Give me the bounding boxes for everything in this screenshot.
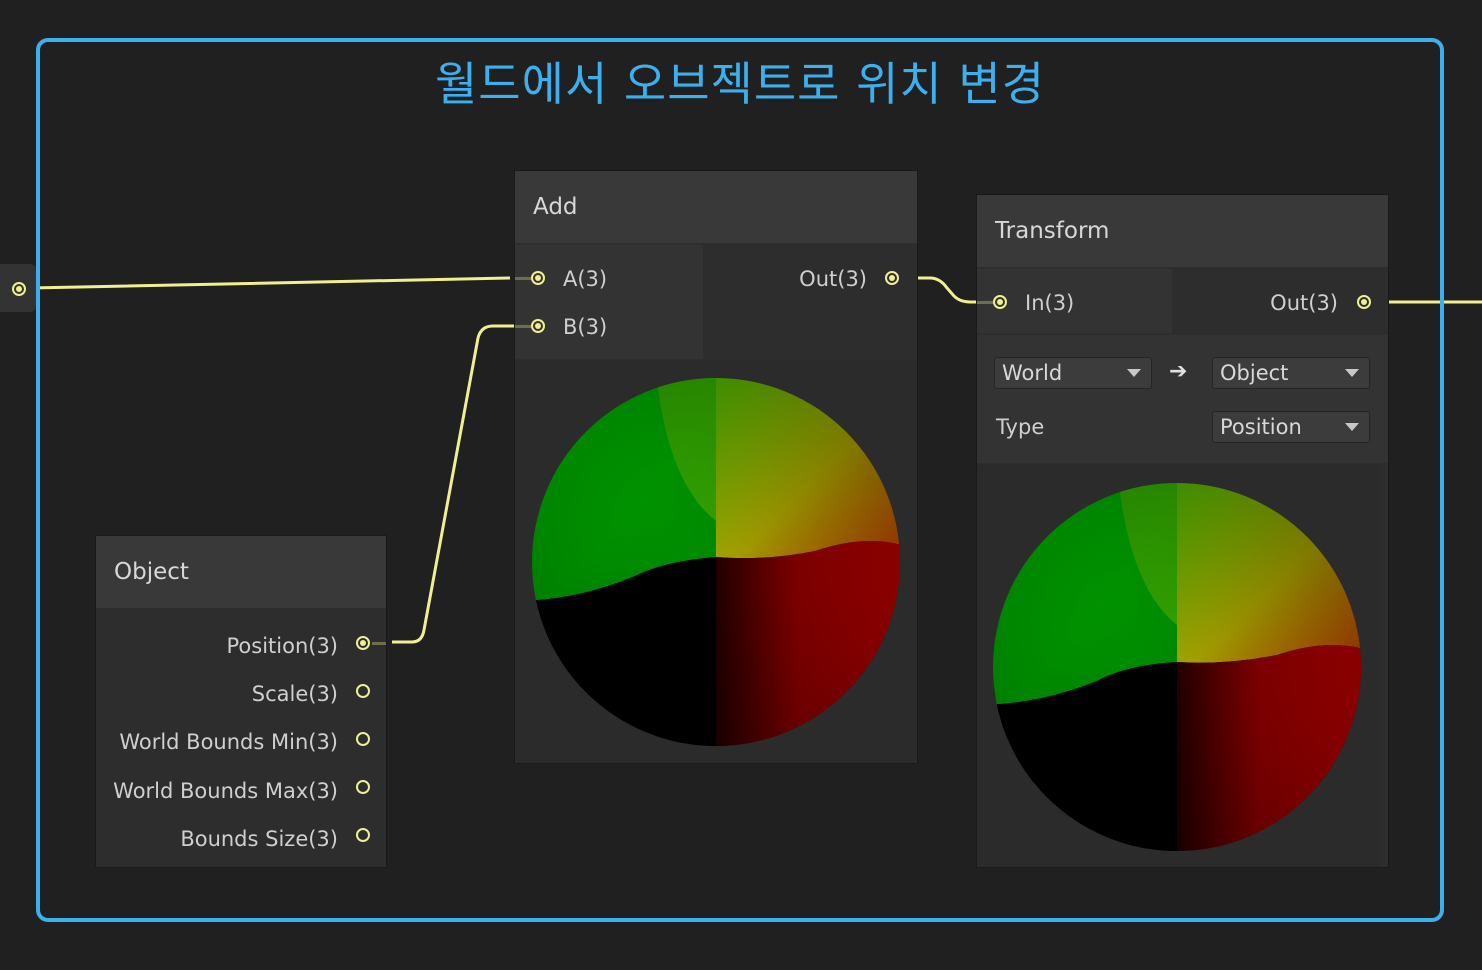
add-input-b-label: B(3) [563,315,608,339]
arrow-right-icon: ➔ [1169,359,1188,384]
transform-preview-sphere [993,483,1361,851]
add-node-ports: A(3) B(3) Out(3) [515,245,917,359]
add-node[interactable]: Add A(3) B(3) Out(3) [515,171,917,763]
add-inputs-panel [515,245,703,359]
output-scale-port[interactable] [356,684,370,698]
graph-input-port[interactable] [12,282,26,296]
output-position-port[interactable] [356,636,370,650]
transform-preview [977,465,1380,867]
transform-node-title: Transform [995,218,1110,244]
from-space-dropdown[interactable]: World [994,357,1152,389]
output-world-bounds-max-label: World Bounds Max(3) [113,779,338,803]
output-bounds-size-port[interactable] [356,828,370,842]
transform-input-port[interactable] [993,295,1007,309]
transform-output-port[interactable] [1357,295,1371,309]
group-title[interactable]: 월드에서 오브젝트로 위치 변경 [36,48,1444,114]
add-input-a-label: A(3) [563,267,608,291]
add-preview-sphere [532,378,900,746]
type-label: Type [996,415,1045,439]
add-preview [515,361,917,763]
output-position-label: Position(3) [226,634,338,658]
object-node-ports: Position(3) Scale(3) World Bounds Min(3)… [96,610,386,867]
add-outputs-panel [705,245,917,359]
transform-input-label: In(3) [1025,291,1075,315]
transform-node-ports: In(3) Out(3) [977,269,1388,333]
chevron-down-icon [1345,369,1359,377]
to-space-dropdown[interactable]: Object [1212,357,1370,389]
output-world-bounds-min-label: World Bounds Min(3) [119,730,338,754]
output-bounds-size-label: Bounds Size(3) [180,827,338,851]
add-output-port[interactable] [885,271,899,285]
chevron-down-icon [1345,423,1359,431]
add-output-label: Out(3) [799,267,867,291]
transform-settings: World ➔ Object Type Position [977,335,1388,463]
position-stub [372,642,386,645]
add-node-title: Add [533,194,578,220]
add-a-stub [515,277,531,280]
object-node-title: Object [114,559,189,585]
chevron-down-icon [1127,369,1141,377]
to-space-value: Object [1220,361,1289,385]
add-node-header[interactable]: Add [515,171,917,243]
object-node-header[interactable]: Object [96,536,386,608]
output-world-bounds-min-port[interactable] [356,732,370,746]
transform-node[interactable]: Transform In(3) Out(3) World ➔ Object Ty… [977,195,1388,867]
object-node[interactable]: Object Position(3) Scale(3) World Bounds… [96,536,386,867]
add-input-b-port[interactable] [531,319,545,333]
output-world-bounds-max-port[interactable] [356,780,370,794]
output-scale-label: Scale(3) [251,682,338,706]
transform-in-stub [977,301,993,304]
transform-node-header[interactable]: Transform [977,195,1388,267]
type-dropdown[interactable]: Position [1212,411,1370,443]
from-space-value: World [1002,361,1063,385]
transform-output-label: Out(3) [1270,291,1338,315]
add-b-stub [515,325,531,328]
add-input-a-port[interactable] [531,271,545,285]
type-value: Position [1220,415,1302,439]
